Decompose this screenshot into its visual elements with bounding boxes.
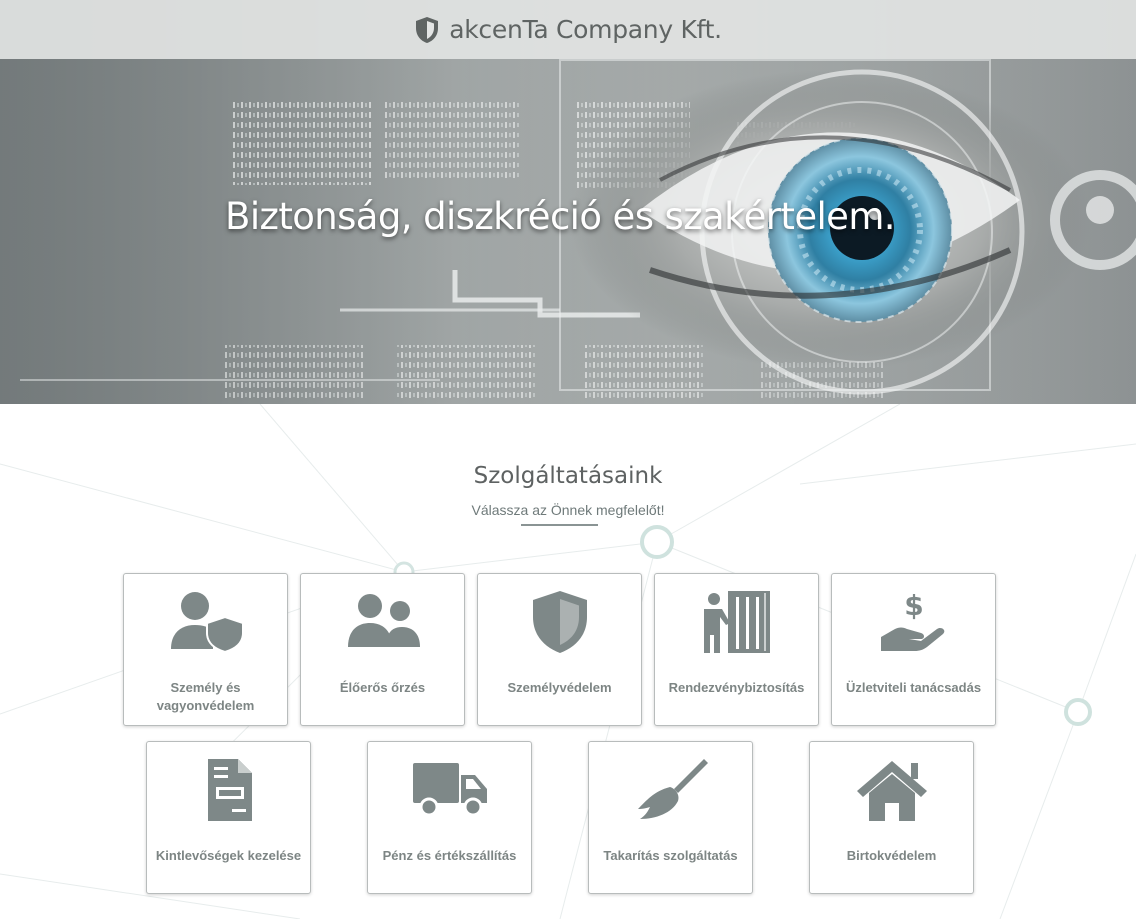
service-card-takaritas-szolgaltatas[interactable]: Takarítás szolgáltatás xyxy=(588,741,753,894)
person-curtain-icon xyxy=(703,591,770,653)
service-card-szemely-vagyonvedelem[interactable]: Személy és vagyonvédelem xyxy=(123,573,288,726)
broom-icon xyxy=(637,759,708,819)
service-label: Birtokvédelem xyxy=(846,848,937,863)
service-label: Élőerős őrzés xyxy=(339,680,426,695)
svg-text:$: $ xyxy=(904,589,923,622)
invoice-document-icon xyxy=(207,759,252,821)
service-label: Személyvédelem xyxy=(507,680,612,695)
service-card-birtokvedelem[interactable]: Birtokvédelem xyxy=(809,741,974,894)
home-icon xyxy=(856,761,927,821)
services-subtitle: Válassza az Önnek megfelelőt! xyxy=(471,502,665,518)
service-card-rendezvenybiztositas[interactable]: Rendezvénybiztosítás xyxy=(654,573,819,726)
users-icon xyxy=(347,594,420,647)
truck-icon xyxy=(412,763,487,817)
services-title: Szolgáltatásaink xyxy=(473,463,663,489)
service-label: Kintlevőségek kezelése xyxy=(155,848,302,863)
user-shield-icon xyxy=(170,592,244,654)
hand-dollar-icon: $ xyxy=(880,589,944,651)
brand-name: akcenTa Company Kft. xyxy=(449,15,722,44)
hero-headline: Biztonság, diszkréció és szakértelem. xyxy=(225,195,895,238)
service-label: Személy és vagyonvédelem xyxy=(156,680,255,713)
service-card-kintlevosegek-kezelese[interactable]: Kintlevőségek kezelése xyxy=(146,741,311,894)
brand-logo-link[interactable]: akcenTa Company Kft. xyxy=(414,15,722,44)
service-card-szemelyvedelem[interactable]: Személyvédelem xyxy=(477,573,642,726)
title-underline xyxy=(521,524,598,526)
service-label: Üzletviteli tanácsadás xyxy=(845,680,982,695)
service-label: Pénz és értékszállítás xyxy=(382,848,517,863)
shield-icon xyxy=(416,16,439,43)
service-label: Rendezvénybiztosítás xyxy=(668,680,805,695)
service-label: Takarítás szolgáltatás xyxy=(603,848,738,863)
service-card-penz-ertekszallitas[interactable]: Pénz és értékszállítás xyxy=(367,741,532,894)
service-card-uzletviteli-tanacsadas[interactable]: $ Üzletviteli tanácsadás xyxy=(831,573,996,726)
hero-banner: Biztonság, diszkréció és szakértelem. xyxy=(0,0,1136,404)
header-bar: akcenTa Company Kft. xyxy=(0,0,1136,59)
shield-icon xyxy=(532,591,587,653)
service-card-eloeros-orzes[interactable]: Élőerős őrzés xyxy=(300,573,465,726)
